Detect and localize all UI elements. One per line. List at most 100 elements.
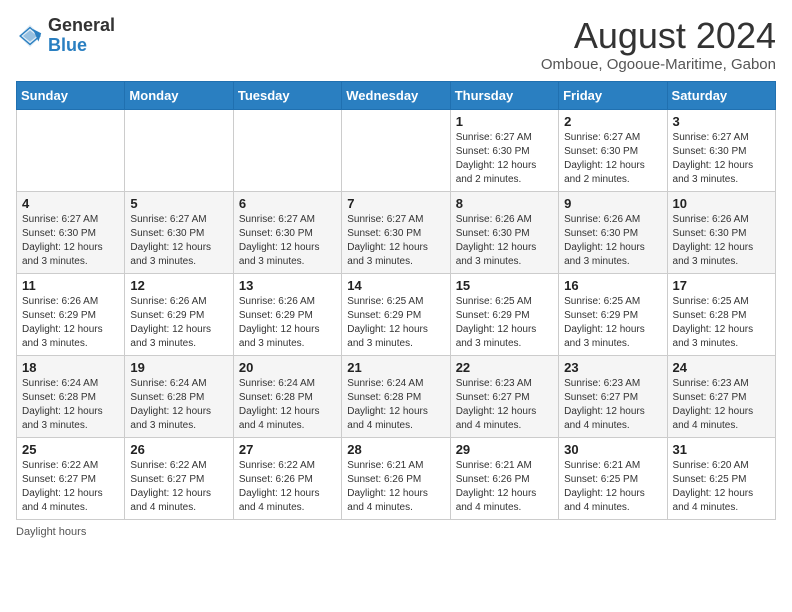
day-number: 9 (564, 196, 661, 211)
logo-general: General (48, 15, 115, 35)
calendar-cell: 14 Sunrise: 6:25 AM Sunset: 6:29 PM Dayli… (342, 273, 450, 355)
week-row-5: 25 Sunrise: 6:22 AM Sunset: 6:27 PM Dayli… (17, 437, 776, 519)
calendar-cell (17, 109, 125, 191)
day-number: 18 (22, 360, 119, 375)
calendar-cell: 29Sunrise: 6:21 AM Sunset: 6:26 PM Dayli… (450, 437, 558, 519)
day-number: 28 (347, 442, 444, 457)
day-detail: Sunrise: 6:26 AM Sunset: 6:29 PM Dayligh… (130, 295, 227, 351)
day-detail: Sunrise: 6:27 AM Sunset: 6:30 PM Dayligh… (130, 213, 227, 269)
month-year: August 2024 (541, 16, 776, 56)
calendar-cell (125, 109, 233, 191)
day-detail: Sunrise: 6:26 AM Sunset: 6:30 PM Dayligh… (564, 213, 661, 269)
day-detail: Sunrise: 6:24 AM Sunset: 6:28 PM Dayligh… (130, 377, 227, 433)
day-number: 13 (239, 278, 336, 293)
day-detail: Sunrise: 6:27 AM Sunset: 6:30 PM Dayligh… (239, 213, 336, 269)
calendar-cell: 21 Sunrise: 6:24 AM Sunset: 6:28 PM Dayli… (342, 355, 450, 437)
day-number: 4 (22, 196, 119, 211)
day-number: 5 (130, 196, 227, 211)
day-detail: Sunrise: 6:21 AM Sunset: 6:26 PM Dayligh… (347, 459, 444, 515)
day-detail: Sunrise: 6:24 AM Sunset: 6:28 PM Dayligh… (347, 377, 444, 433)
week-row-4: 18 Sunrise: 6:24 AM Sunset: 6:28 PM Dayli… (17, 355, 776, 437)
day-detail: Sunrise: 6:27 AM Sunset: 6:30 PM Dayligh… (347, 213, 444, 269)
logo-blue: Blue (48, 35, 87, 55)
week-row-1: 1 Sunrise: 6:27 AM Sunset: 6:30 PM Daylig… (17, 109, 776, 191)
day-detail: Sunrise: 6:22 AM Sunset: 6:27 PM Dayligh… (22, 459, 119, 515)
day-detail: Sunrise: 6:21 AM Sunset: 6:26 PM Dayligh… (456, 459, 553, 515)
day-number: 31 (673, 442, 770, 457)
day-detail: Sunrise: 6:21 AM Sunset: 6:25 PM Dayligh… (564, 459, 661, 515)
day-number: 22 (456, 360, 553, 375)
calendar-cell: 12 Sunrise: 6:26 AM Sunset: 6:29 PM Dayli… (125, 273, 233, 355)
day-number: 19 (130, 360, 227, 375)
weekday-header-sunday: Sunday (17, 81, 125, 109)
calendar-cell: 25 Sunrise: 6:22 AM Sunset: 6:27 PM Dayli… (17, 437, 125, 519)
title-area: August 2024 Omboue, Ogooue-Maritime, Gab… (541, 16, 776, 73)
weekday-header-saturday: Saturday (667, 81, 775, 109)
day-detail: Sunrise: 6:23 AM Sunset: 6:27 PM Dayligh… (673, 377, 770, 433)
calendar-cell: 15 Sunrise: 6:25 AM Sunset: 6:29 PM Dayli… (450, 273, 558, 355)
day-detail: Sunrise: 6:23 AM Sunset: 6:27 PM Dayligh… (564, 377, 661, 433)
calendar-cell: 26 Sunrise: 6:22 AM Sunset: 6:27 PM Dayli… (125, 437, 233, 519)
calendar-cell: 22 Sunrise: 6:23 AM Sunset: 6:27 PM Dayli… (450, 355, 558, 437)
day-number: 30 (564, 442, 661, 457)
day-detail: Sunrise: 6:26 AM Sunset: 6:29 PM Dayligh… (239, 295, 336, 351)
calendar-cell: 10 Sunrise: 6:26 AM Sunset: 6:30 PM Dayli… (667, 191, 775, 273)
day-detail: Sunrise: 6:27 AM Sunset: 6:30 PM Dayligh… (564, 131, 661, 187)
week-row-3: 11Sunrise: 6:26 AM Sunset: 6:29 PM Dayli… (17, 273, 776, 355)
day-number: 24 (673, 360, 770, 375)
calendar-cell: 11Sunrise: 6:26 AM Sunset: 6:29 PM Dayli… (17, 273, 125, 355)
calendar-cell: 31 Sunrise: 6:20 AM Sunset: 6:25 PM Dayli… (667, 437, 775, 519)
day-number: 26 (130, 442, 227, 457)
day-detail: Sunrise: 6:20 AM Sunset: 6:25 PM Dayligh… (673, 459, 770, 515)
calendar-cell: 2 Sunrise: 6:27 AM Sunset: 6:30 PM Daylig… (559, 109, 667, 191)
day-number: 27 (239, 442, 336, 457)
calendar-cell: 16 Sunrise: 6:25 AM Sunset: 6:29 PM Dayli… (559, 273, 667, 355)
calendar-table: SundayMondayTuesdayWednesdayThursdayFrid… (16, 81, 776, 520)
day-number: 14 (347, 278, 444, 293)
day-detail: Sunrise: 6:22 AM Sunset: 6:27 PM Dayligh… (130, 459, 227, 515)
day-number: 23 (564, 360, 661, 375)
day-detail: Sunrise: 6:26 AM Sunset: 6:30 PM Dayligh… (673, 213, 770, 269)
day-number: 2 (564, 114, 661, 129)
day-detail: Sunrise: 6:24 AM Sunset: 6:28 PM Dayligh… (239, 377, 336, 433)
logo-icon (16, 22, 44, 50)
calendar-cell: 23 Sunrise: 6:23 AM Sunset: 6:27 PM Dayli… (559, 355, 667, 437)
day-detail: Sunrise: 6:25 AM Sunset: 6:29 PM Dayligh… (347, 295, 444, 351)
weekday-header-tuesday: Tuesday (233, 81, 341, 109)
day-number: 16 (564, 278, 661, 293)
day-detail: Sunrise: 6:23 AM Sunset: 6:27 PM Dayligh… (456, 377, 553, 433)
day-detail: Sunrise: 6:24 AM Sunset: 6:28 PM Dayligh… (22, 377, 119, 433)
weekday-header-row: SundayMondayTuesdayWednesdayThursdayFrid… (17, 81, 776, 109)
calendar-cell: 24 Sunrise: 6:23 AM Sunset: 6:27 PM Dayli… (667, 355, 775, 437)
weekday-header-friday: Friday (559, 81, 667, 109)
calendar-cell: 28 Sunrise: 6:21 AM Sunset: 6:26 PM Dayli… (342, 437, 450, 519)
day-number: 6 (239, 196, 336, 211)
day-number: 21 (347, 360, 444, 375)
calendar-cell: 1Sunrise: 6:27 AM Sunset: 6:30 PM Daylig… (450, 109, 558, 191)
calendar-cell: 8Sunrise: 6:26 AM Sunset: 6:30 PM Daylig… (450, 191, 558, 273)
day-detail: Sunrise: 6:25 AM Sunset: 6:29 PM Dayligh… (456, 295, 553, 351)
day-detail: Sunrise: 6:27 AM Sunset: 6:30 PM Dayligh… (22, 213, 119, 269)
day-number: 10 (673, 196, 770, 211)
weekday-header-monday: Monday (125, 81, 233, 109)
day-number: 25 (22, 442, 119, 457)
day-number: 15 (456, 278, 553, 293)
day-detail: Sunrise: 6:27 AM Sunset: 6:30 PM Dayligh… (673, 131, 770, 187)
day-detail: Sunrise: 6:25 AM Sunset: 6:29 PM Dayligh… (564, 295, 661, 351)
calendar-cell: 3Sunrise: 6:27 AM Sunset: 6:30 PM Daylig… (667, 109, 775, 191)
day-number: 1 (456, 114, 553, 129)
day-detail: Sunrise: 6:26 AM Sunset: 6:29 PM Dayligh… (22, 295, 119, 351)
calendar-cell: 19 Sunrise: 6:24 AM Sunset: 6:28 PM Dayli… (125, 355, 233, 437)
location: Omboue, Ogooue-Maritime, Gabon (541, 56, 776, 73)
day-number: 12 (130, 278, 227, 293)
calendar-cell: 9 Sunrise: 6:26 AM Sunset: 6:30 PM Daylig… (559, 191, 667, 273)
day-number: 8 (456, 196, 553, 211)
day-number: 7 (347, 196, 444, 211)
footer-note: Daylight hours (16, 526, 776, 538)
day-detail: Sunrise: 6:22 AM Sunset: 6:26 PM Dayligh… (239, 459, 336, 515)
calendar-cell: 5 Sunrise: 6:27 AM Sunset: 6:30 PM Daylig… (125, 191, 233, 273)
logo-text: General Blue (48, 16, 115, 56)
calendar-cell: 20Sunrise: 6:24 AM Sunset: 6:28 PM Dayli… (233, 355, 341, 437)
weekday-header-thursday: Thursday (450, 81, 558, 109)
calendar-cell: 7 Sunrise: 6:27 AM Sunset: 6:30 PM Daylig… (342, 191, 450, 273)
